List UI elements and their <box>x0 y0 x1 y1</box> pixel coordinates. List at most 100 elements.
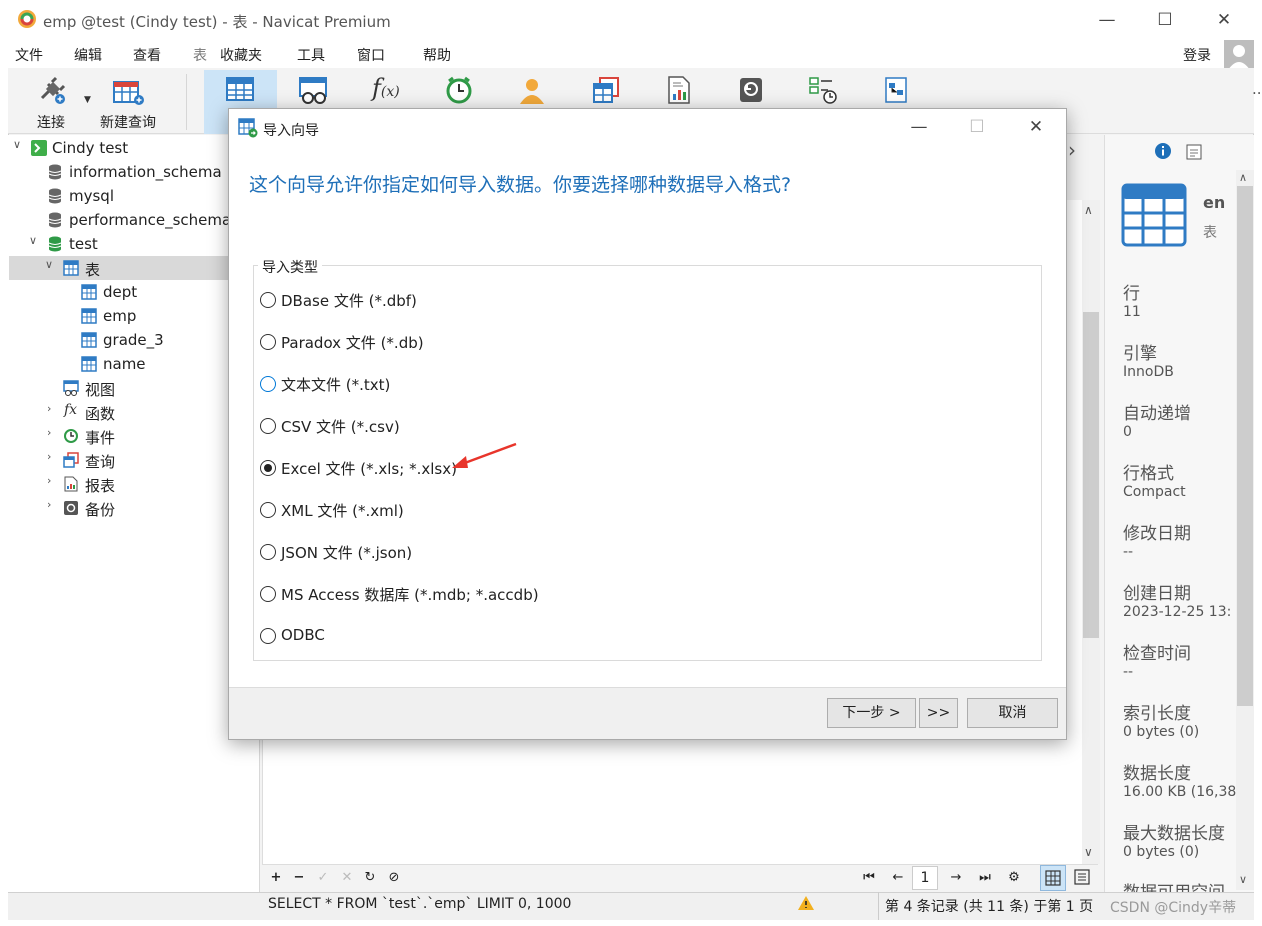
tree-table-item[interactable]: emp <box>9 304 259 328</box>
warning-icon[interactable] <box>797 895 815 911</box>
menu-favorites[interactable]: 收藏夹 <box>220 45 262 65</box>
radio-button[interactable] <box>260 502 276 518</box>
chevron-right-icon[interactable]: › <box>47 402 51 415</box>
tree-table-item[interactable]: grade_3 <box>9 328 259 352</box>
chevron-down-icon[interactable]: ∨ <box>13 138 21 151</box>
close-button[interactable]: ✕ <box>1209 8 1239 32</box>
tree-database-test[interactable]: ∨ test <box>9 232 259 256</box>
status-record-info: 第 4 条记录 (共 11 条) 于第 1 页 <box>885 899 1094 915</box>
info-icon[interactable] <box>1154 142 1172 160</box>
menu-table[interactable]: 表 <box>193 45 207 65</box>
grid-view-button[interactable] <box>1040 865 1066 891</box>
tree-connection[interactable]: ∨ Cindy test <box>9 136 259 160</box>
stop-icon[interactable]: ⊘ <box>384 868 404 888</box>
window-title: emp @test (Cindy test) - 表 - Navicat Pre… <box>43 13 391 31</box>
radio-button[interactable] <box>260 544 276 560</box>
event-clock-icon <box>64 429 78 443</box>
add-record-icon[interactable]: + <box>266 868 286 888</box>
login-link[interactable]: 登录 <box>1183 45 1211 65</box>
event-clock-icon[interactable] <box>444 76 474 104</box>
chevron-right-icon[interactable]: › <box>47 474 51 487</box>
maximize-button[interactable]: ☐ <box>1150 8 1180 32</box>
radio-button[interactable] <box>260 586 276 602</box>
radio-button-selected[interactable] <box>260 460 276 476</box>
tree-table-item[interactable]: dept <box>9 280 259 304</box>
backup-icon[interactable] <box>738 76 764 104</box>
tree-tables-folder[interactable]: ∨ 表 <box>9 256 259 280</box>
new-query-button[interactable]: 新建查询 <box>98 74 164 131</box>
tree-database[interactable]: information_schema <box>9 160 259 184</box>
tree-database[interactable]: mysql <box>9 184 259 208</box>
delete-record-icon[interactable]: − <box>289 868 309 888</box>
menu-file[interactable]: 文件 <box>15 45 43 65</box>
dialog-close-button[interactable]: ✕ <box>1021 115 1051 139</box>
first-page-icon[interactable]: ⏮ <box>859 868 879 888</box>
tree-database[interactable]: performance_schema <box>9 208 259 232</box>
info-field-label: 检查时间 <box>1123 644 1191 664</box>
chevron-down-icon[interactable]: ∨ <box>29 234 37 247</box>
function-icon[interactable]: f(x) <box>372 74 400 102</box>
next-button[interactable]: 下一步 > <box>827 698 916 728</box>
connect-button[interactable]: 连接 <box>30 74 74 131</box>
tree-views-folder[interactable]: 视图 <box>9 376 259 400</box>
menu-tools[interactable]: 工具 <box>297 45 325 65</box>
next-page-icon[interactable]: → <box>946 868 966 888</box>
dialog-maximize-button[interactable]: ☐ <box>962 115 992 139</box>
report-icon[interactable] <box>666 76 692 104</box>
plug-icon <box>40 76 66 104</box>
radio-button[interactable] <box>260 376 276 392</box>
tree-functions-folder[interactable]: › fx 函数 <box>9 400 259 424</box>
minimize-button[interactable]: — <box>1092 8 1122 32</box>
database-label: mysql <box>69 187 114 205</box>
cancel-button[interactable]: 取消 <box>967 698 1058 728</box>
tree-events-folder[interactable]: › 事件 <box>9 424 259 448</box>
scroll-up-icon[interactable]: ∧ <box>1084 203 1093 217</box>
grid-scrollbar-thumb[interactable] <box>1083 312 1099 638</box>
chevron-right-icon[interactable]: › <box>47 426 51 439</box>
view-icon[interactable] <box>299 76 329 104</box>
user-icon[interactable] <box>518 76 546 104</box>
menu-help[interactable]: 帮助 <box>423 45 451 65</box>
settings-gear-icon[interactable]: ⚙ <box>1004 868 1024 888</box>
radio-button[interactable] <box>260 628 276 644</box>
menu-view[interactable]: 查看 <box>133 45 161 65</box>
ddl-icon[interactable] <box>1186 144 1202 160</box>
scroll-down-icon[interactable]: ∨ <box>1084 845 1093 859</box>
refresh-icon[interactable]: ↻ <box>360 868 380 888</box>
avatar[interactable] <box>1224 40 1254 70</box>
tree-reports-folder[interactable]: › 报表 <box>9 472 259 496</box>
discard-changes-icon[interactable]: ✕ <box>337 868 357 888</box>
connection-icon <box>31 140 47 156</box>
menu-window[interactable]: 窗口 <box>357 45 385 65</box>
radio-button[interactable] <box>260 418 276 434</box>
radio-button[interactable] <box>260 292 276 308</box>
apply-changes-icon[interactable]: ✓ <box>313 868 333 888</box>
scroll-up-icon[interactable]: ∧ <box>1239 171 1247 184</box>
dialog-heading: 这个向导允许你指定如何导入数据。你要选择哪种数据导入格式? <box>249 174 792 196</box>
radio-button[interactable] <box>260 334 276 350</box>
tree-backups-folder[interactable]: › 备份 <box>9 496 259 520</box>
tree-table-item[interactable]: name <box>9 352 259 376</box>
dialog-minimize-button[interactable]: — <box>904 115 934 139</box>
chevron-right-icon[interactable]: › <box>47 450 51 463</box>
tab-scroll-right-icon[interactable]: › <box>1068 138 1104 166</box>
previous-page-icon[interactable]: ← <box>888 868 908 888</box>
form-view-button[interactable] <box>1070 865 1096 891</box>
menu-edit[interactable]: 编辑 <box>74 45 102 65</box>
radio-label: Paradox 文件 (*.db) <box>281 334 424 352</box>
query-icon[interactable] <box>592 76 622 104</box>
automation-icon[interactable] <box>808 76 838 104</box>
model-icon[interactable] <box>884 76 910 104</box>
chevron-right-icon[interactable]: › <box>47 498 51 511</box>
info-scrollbar-thumb[interactable] <box>1237 186 1253 706</box>
radio-label: ODBC <box>281 626 325 644</box>
scroll-down-icon[interactable]: ∨ <box>1239 873 1247 886</box>
connect-dropdown-icon[interactable]: ▼ <box>84 95 91 105</box>
reports-label: 报表 <box>85 477 116 495</box>
chevron-down-icon[interactable]: ∨ <box>45 258 53 271</box>
last-page-icon[interactable]: ⏭ <box>975 868 995 888</box>
finish-button[interactable]: >> <box>919 698 958 728</box>
table-label: dept <box>103 283 138 301</box>
page-number-input[interactable]: 1 <box>912 866 938 890</box>
tree-queries-folder[interactable]: › 查询 <box>9 448 259 472</box>
